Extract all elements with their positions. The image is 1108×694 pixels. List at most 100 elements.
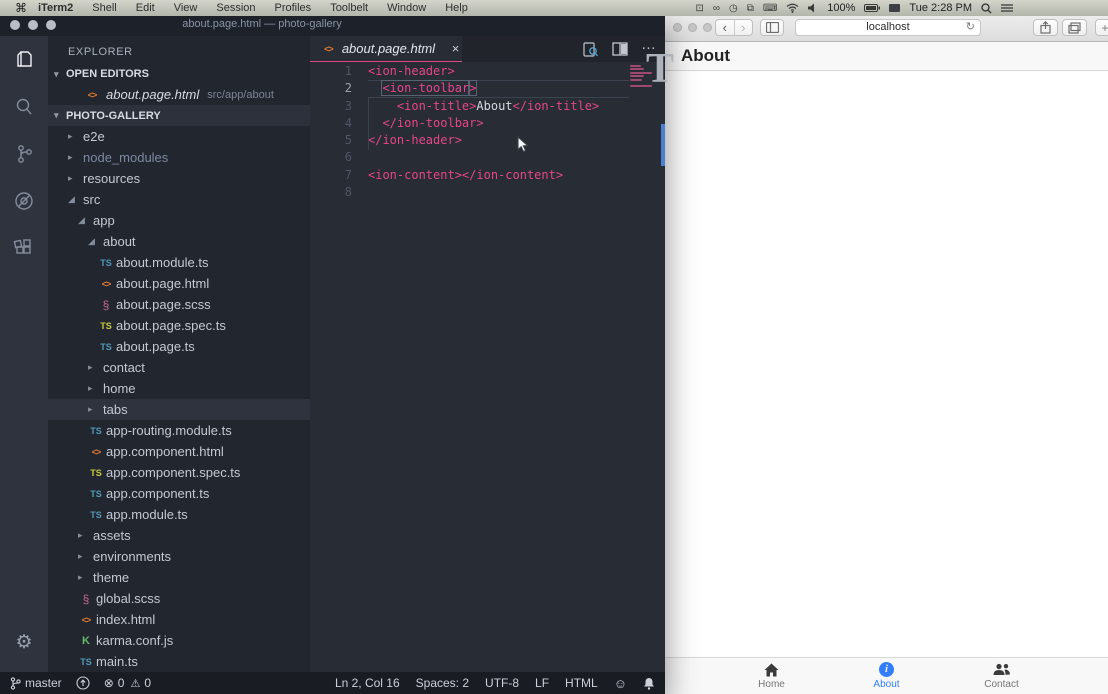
menu-item-shell[interactable]: Shell <box>92 2 116 14</box>
bottom-tab-about[interactable]: About <box>829 658 944 694</box>
tree-file-app.module.ts[interactable]: app.module.ts <box>48 504 310 525</box>
source-control-activity-icon[interactable] <box>0 130 48 177</box>
status-item[interactable]: Ln 2, Col 16 <box>335 676 400 690</box>
errors-item[interactable]: 0 <box>104 676 125 690</box>
zoom-window-button[interactable] <box>703 23 712 32</box>
menu-item-window[interactable]: Window <box>387 2 426 14</box>
settings-gear-icon[interactable] <box>0 631 48 654</box>
code-line-1[interactable]: 1<ion-header> <box>310 63 665 80</box>
menu-item-iterm2[interactable]: iTerm2 <box>38 2 73 14</box>
tree-folder-contact[interactable]: contact <box>48 357 310 378</box>
code-line-4[interactable]: 4 </ion-toolbar> <box>310 115 665 132</box>
extensions-activity-icon[interactable] <box>0 224 48 271</box>
tree-file-app.component.html[interactable]: app.component.html <box>48 441 310 462</box>
tree-folder-theme[interactable]: theme <box>48 567 310 588</box>
feedback-smiley-icon[interactable] <box>614 676 627 691</box>
apple-menu-icon[interactable] <box>14 1 28 15</box>
open-editor-item[interactable]: about.page.html src/app/about <box>48 84 310 105</box>
tree-file-karma.conf.js[interactable]: karma.conf.js <box>48 630 310 651</box>
reload-icon[interactable] <box>966 20 975 35</box>
tree-folder-e2e[interactable]: e2e <box>48 126 310 147</box>
menu-item-profiles[interactable]: Profiles <box>275 2 312 14</box>
close-tab-icon[interactable] <box>449 41 462 56</box>
browser-window-controls[interactable] <box>673 23 712 32</box>
menu-item-help[interactable]: Help <box>445 2 468 14</box>
tree-file-global.scss[interactable]: global.scss <box>48 588 310 609</box>
wifi-icon[interactable] <box>786 3 799 13</box>
volume-icon[interactable] <box>808 3 818 13</box>
tree-file-about.page.scss[interactable]: about.page.scss <box>48 294 310 315</box>
back-button[interactable] <box>716 20 734 35</box>
zoom-window-button[interactable] <box>46 20 56 30</box>
code-line-8[interactable]: 8 <box>310 184 665 201</box>
debug-activity-icon[interactable] <box>0 177 48 224</box>
tree-file-about.module.ts[interactable]: about.module.ts <box>48 252 310 273</box>
input-source-flag-icon[interactable] <box>889 4 900 12</box>
minimize-window-button[interactable] <box>688 23 697 32</box>
code-line-7[interactable]: 7<ion-content></ion-content> <box>310 167 665 184</box>
tab-about-page-html[interactable]: about.page.html <box>310 36 462 62</box>
bottom-tab-home[interactable]: Home <box>714 658 829 694</box>
tree-file-app-routing.module.ts[interactable]: app-routing.module.ts <box>48 420 310 441</box>
tree-folder-app[interactable]: app <box>48 210 310 231</box>
tree-file-app.component.spec.ts[interactable]: app.component.spec.ts <box>48 462 310 483</box>
status-item[interactable]: LF <box>535 676 549 690</box>
tree-folder-assets[interactable]: assets <box>48 525 310 546</box>
battery-icon[interactable] <box>864 4 880 12</box>
share-button[interactable] <box>1033 19 1058 36</box>
tree-folder-home[interactable]: home <box>48 378 310 399</box>
tree-file-main.ts[interactable]: main.ts <box>48 651 310 672</box>
code-line-5[interactable]: 5</ion-header> <box>310 132 665 149</box>
menu-item-session[interactable]: Session <box>216 2 255 14</box>
code-line-6[interactable]: 6 <box>310 149 665 166</box>
time-machine-icon[interactable]: ◷ <box>729 3 738 14</box>
code-line-3[interactable]: 3 <ion-title>About</ion-title> <box>310 98 665 115</box>
tree-folder-tabs[interactable]: tabs <box>48 399 310 420</box>
display-icon[interactable]: ⧉ <box>747 3 754 14</box>
publish-changes-button[interactable] <box>76 676 90 690</box>
project-header[interactable]: PHOTO-GALLERY <box>48 105 310 126</box>
tree-folder-environments[interactable]: environments <box>48 546 310 567</box>
screen-recording-icon[interactable]: ⊡ <box>695 3 703 14</box>
status-item[interactable]: Spaces: 2 <box>416 676 469 690</box>
git-branch-item[interactable]: master <box>10 676 62 690</box>
close-window-button[interactable] <box>10 20 20 30</box>
keyboard-icon[interactable]: ⌨ <box>763 3 777 14</box>
tree-folder-resources[interactable]: resources <box>48 168 310 189</box>
menu-item-edit[interactable]: Edit <box>136 2 155 14</box>
tree-folder-about[interactable]: about <box>48 231 310 252</box>
tree-file-about.page.spec.ts[interactable]: about.page.spec.ts <box>48 315 310 336</box>
menubar-clock[interactable]: Tue 2:28 PM <box>909 2 972 14</box>
vscode-title-bar[interactable]: about.page.html — photo-gallery <box>0 14 665 36</box>
tree-file-app.component.ts[interactable]: app.component.ts <box>48 483 310 504</box>
menu-item-view[interactable]: View <box>174 2 198 14</box>
tree-file-about.page.ts[interactable]: about.page.ts <box>48 336 310 357</box>
notifications-bell-icon[interactable] <box>643 677 655 690</box>
split-editor-icon[interactable] <box>612 42 628 56</box>
new-tab-button[interactable] <box>1095 19 1108 36</box>
tab-overview-button[interactable] <box>1062 19 1087 36</box>
close-window-button[interactable] <box>673 23 682 32</box>
open-preview-icon[interactable] <box>582 41 599 58</box>
code-editor[interactable]: 1<ion-header>2 <ion-toolbar>3 <ion-title… <box>310 62 665 672</box>
tree-folder-src[interactable]: src <box>48 189 310 210</box>
menu-item-toolbelt[interactable]: Toolbelt <box>330 2 368 14</box>
address-bar[interactable]: localhost <box>795 19 981 36</box>
open-editors-header[interactable]: OPEN EDITORS <box>48 64 310 84</box>
code-line-2[interactable]: 2 <ion-toolbar> <box>310 80 665 97</box>
glasses-icon[interactable]: ∞ <box>713 3 720 14</box>
forward-button[interactable] <box>734 20 753 35</box>
tree-folder-node_modules[interactable]: node_modules <box>48 147 310 168</box>
warnings-item[interactable]: 0 <box>130 676 151 690</box>
notification-center-icon[interactable] <box>1001 3 1013 13</box>
explorer-activity-icon[interactable] <box>0 36 48 83</box>
sidebar-toggle-button[interactable] <box>760 19 784 36</box>
search-activity-icon[interactable] <box>0 83 48 130</box>
tree-file-about.page.html[interactable]: about.page.html <box>48 273 310 294</box>
status-item[interactable]: UTF-8 <box>485 676 519 690</box>
bottom-tab-contact[interactable]: Contact <box>944 658 1059 694</box>
window-controls[interactable] <box>10 20 56 30</box>
spotlight-search-icon[interactable] <box>981 3 992 14</box>
status-item[interactable]: HTML <box>565 676 598 690</box>
minimize-window-button[interactable] <box>28 20 38 30</box>
